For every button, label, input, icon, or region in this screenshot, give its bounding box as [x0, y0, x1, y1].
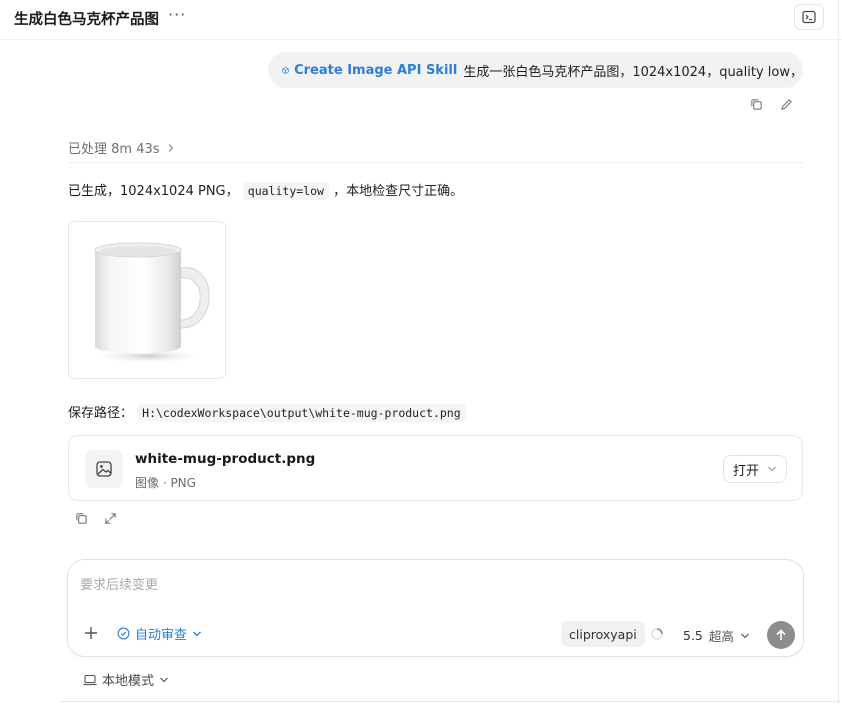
image-icon: [96, 461, 112, 477]
plus-icon: [85, 627, 97, 639]
open-file-button[interactable]: 打开: [723, 455, 787, 483]
pencil-icon: [780, 98, 792, 110]
assistant-message: 已生成，1024x1024 PNG， quality=low ，本地检查尺寸正确…: [68, 180, 464, 200]
context-usage-indicator: [650, 627, 664, 641]
cube-icon: [282, 66, 289, 74]
file-attachment-card[interactable]: white-mug-product.png 图像 · PNG 打开: [68, 435, 803, 501]
generated-image-thumbnail[interactable]: [68, 221, 226, 379]
message-prefix: 已生成，1024x1024 PNG，: [68, 184, 239, 199]
processed-label: 已处理 8m 43s: [68, 142, 160, 157]
share-response-button[interactable]: [102, 510, 118, 526]
chevron-down-icon: [193, 631, 201, 636]
add-attachment-button[interactable]: [82, 624, 100, 642]
divider: [68, 162, 804, 163]
thread-title: 生成白色马克杯产品图: [14, 12, 159, 28]
skill-tag[interactable]: Create Image API Skill: [294, 63, 457, 78]
save-path: 保存路径： H:\codexWorkspace\output\white-mug…: [68, 402, 466, 422]
save-path-value: H:\codexWorkspace\output\white-mug-produ…: [137, 404, 466, 422]
model-version: 5.5: [683, 628, 703, 643]
user-message-bubble: Create Image API Skill 生成一张白色马克杯产品图，1024…: [268, 52, 803, 88]
arrow-up-icon: [776, 629, 786, 640]
review-icon: [117, 627, 130, 640]
top-bar: 生成白色马克杯产品图 ···: [0, 0, 842, 40]
copy-icon: [75, 512, 87, 524]
assistant-message-actions: [73, 510, 118, 526]
auto-review-dropdown[interactable]: 自动审查: [117, 624, 202, 643]
message-suffix: ，本地检查尺寸正确。: [333, 184, 464, 199]
provider-chip[interactable]: cliproxyapi: [561, 621, 645, 647]
file-name: white-mug-product.png: [135, 451, 316, 467]
copy-icon: [750, 98, 762, 110]
terminal-icon: [802, 10, 816, 24]
open-label: 打开: [732, 463, 759, 479]
composer: 要求后续变更 自动审查 cliproxyapi 5.5 超高: [67, 559, 804, 657]
send-button[interactable]: [767, 621, 795, 649]
inline-code-quality: quality=low: [242, 182, 329, 200]
user-message-actions: [748, 96, 794, 112]
chevron-down-icon: [768, 466, 776, 472]
mode-label: 本地模式: [102, 674, 155, 689]
terminal-button[interactable]: [794, 4, 824, 30]
composer-input[interactable]: 要求后续变更: [80, 574, 158, 593]
chevron-down-icon: [740, 633, 749, 638]
white-mug-image: [91, 242, 210, 364]
more-options-button[interactable]: ···: [168, 5, 186, 24]
mode-selector[interactable]: 本地模式: [83, 670, 169, 689]
laptop-icon: [83, 674, 97, 685]
panel-divider: [838, 0, 839, 704]
chevron-right-icon: [168, 143, 173, 152]
user-message-text: 生成一张白色马克杯产品图，1024x1024，quality low，: [463, 64, 803, 80]
auto-review-label: 自动审查: [135, 628, 188, 643]
file-thumb: [85, 450, 123, 488]
file-type: 图像 · PNG: [135, 476, 196, 490]
spinner-icon: [651, 628, 663, 640]
processed-toggle[interactable]: 已处理 8m 43s: [68, 138, 175, 157]
model-selector[interactable]: 5.5 超高: [683, 626, 750, 645]
copy-message-button[interactable]: [748, 96, 764, 112]
bottom-divider: [60, 701, 840, 702]
edit-message-button[interactable]: [778, 96, 794, 112]
chevron-down-icon: [160, 677, 168, 682]
model-level: 超高: [708, 629, 734, 644]
copy-response-button[interactable]: [73, 510, 89, 526]
share-icon: [104, 512, 116, 524]
save-path-label: 保存路径：: [68, 406, 134, 421]
